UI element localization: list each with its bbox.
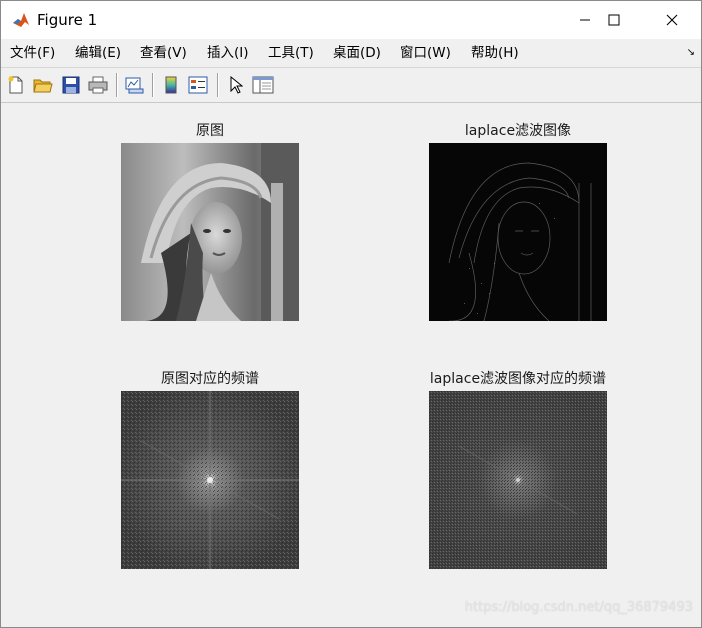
axes-title-original-spectrum: 原图对应的频谱 xyxy=(161,371,259,387)
close-button[interactable] xyxy=(643,1,701,39)
axes-title-original: 原图 xyxy=(196,123,224,139)
dock-arrow-icon[interactable]: ↘ xyxy=(687,47,695,58)
new-figure-icon[interactable] xyxy=(5,74,27,96)
menu-help[interactable]: 帮助(H) xyxy=(471,45,519,61)
original-image[interactable] xyxy=(121,143,299,321)
watermark: https://blog.csdn.net/qq_36879493 xyxy=(464,600,693,615)
menu-bar: 文件(F) 编辑(E) 查看(V) 插入(I) 工具(T) 桌面(D) 窗口(W… xyxy=(1,39,701,67)
axes-title-laplace-spectrum: laplace滤波图像对应的频谱 xyxy=(429,371,607,387)
original-spectrum-image[interactable] xyxy=(121,391,299,569)
axes-title-laplace: laplace滤波图像 xyxy=(464,123,572,139)
pointer-icon[interactable] xyxy=(225,74,247,96)
open-file-icon[interactable] xyxy=(32,74,54,96)
laplace-spectrum-image[interactable] xyxy=(429,391,607,569)
menu-view[interactable]: 查看(V) xyxy=(140,45,187,61)
toolbar-separator xyxy=(152,73,154,97)
title-bar[interactable]: Figure 1 xyxy=(1,1,701,39)
laplace-image[interactable] xyxy=(429,143,607,321)
menu-edit[interactable]: 编辑(E) xyxy=(75,45,121,61)
menu-insert[interactable]: 插入(I) xyxy=(207,45,249,61)
menu-window[interactable]: 窗口(W) xyxy=(400,45,451,61)
property-inspector-icon[interactable] xyxy=(252,74,274,96)
figure-window: Figure 1 文件(F) 编辑(E) 查看(V) 插入(I) 工具(T) 桌… xyxy=(0,0,702,628)
menu-desktop[interactable]: 桌面(D) xyxy=(333,45,381,61)
menu-file[interactable]: 文件(F) xyxy=(10,45,55,61)
link-plot-icon[interactable] xyxy=(123,74,145,96)
close-icon xyxy=(666,14,678,26)
legend-icon[interactable] xyxy=(187,74,209,96)
maximize-button[interactable] xyxy=(585,1,643,39)
colorbar-icon[interactable] xyxy=(160,74,182,96)
toolbar-separator xyxy=(217,73,219,97)
window-title: Figure 1 xyxy=(37,11,98,29)
save-icon[interactable] xyxy=(60,74,82,96)
matlab-logo-icon xyxy=(11,10,31,30)
print-icon[interactable] xyxy=(87,74,109,96)
maximize-icon xyxy=(608,14,620,26)
toolbar-separator xyxy=(116,73,118,97)
menu-tools[interactable]: 工具(T) xyxy=(268,45,314,61)
toolbar xyxy=(1,67,701,103)
